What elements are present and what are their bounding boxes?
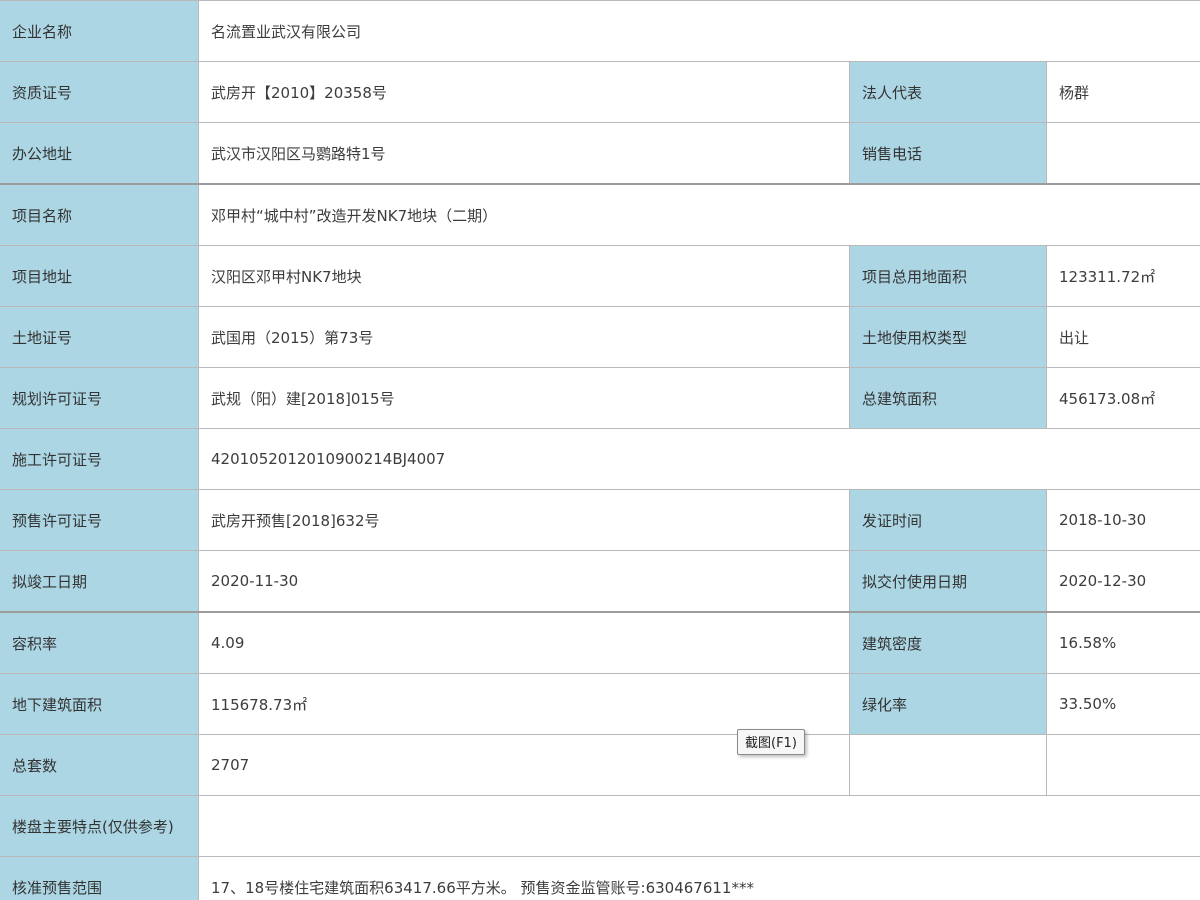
project-info-table: 企业名称 名流置业武汉有限公司 资质证号 武房开【2010】20358号 法人代… [0, 0, 1200, 900]
project-info-sheet: 企业名称 名流置业武汉有限公司 资质证号 武房开【2010】20358号 法人代… [0, 0, 1200, 900]
row-planning-permit: 规划许可证号 武规（阳）建[2018]015号 总建筑面积 456173.08㎡ [0, 367, 1200, 429]
row-completion-dates: 拟竣工日期 2020-11-30 拟交付使用日期 2020-12-30 [0, 550, 1200, 613]
value-qualification-no: 武房开【2010】20358号 [198, 61, 850, 123]
value-plot-ratio: 4.09 [198, 611, 850, 674]
row-underground-area: 地下建筑面积 115678.73㎡ 绿化率 33.50% [0, 673, 1200, 735]
label-issue-date: 发证时间 [849, 489, 1047, 551]
value-planned-delivery-date: 2020-12-30 [1045, 550, 1200, 613]
row-company-name: 企业名称 名流置业武汉有限公司 [0, 0, 1200, 62]
label-building-density: 建筑密度 [849, 611, 1047, 674]
value-project-name: 邓甲村“城中村”改造开发NK7地块（二期） [197, 183, 1200, 246]
row-office: 办公地址 武汉市汉阳区马鹦路特1号 销售电话 [0, 122, 1200, 185]
label-greening-rate: 绿化率 [849, 673, 1047, 735]
row-qualification: 资质证号 武房开【2010】20358号 法人代表 杨群 [0, 61, 1200, 123]
value-total-building-area: 456173.08㎡ [1045, 367, 1200, 429]
row-features: 楼盘主要特点(仅供参考) [0, 795, 1200, 857]
value-legal-representative: 杨群 [1045, 61, 1200, 123]
empty-cell [849, 734, 1047, 796]
value-planning-permit-no: 武规（阳）建[2018]015号 [198, 367, 850, 429]
label-underground-area: 地下建筑面积 [0, 673, 199, 735]
screenshot-tooltip: 截图(F1) [737, 729, 805, 755]
row-plot-ratio: 容积率 4.09 建筑密度 16.58% [0, 611, 1200, 674]
value-land-use-type: 出让 [1045, 306, 1200, 368]
row-project-address: 项目地址 汉阳区邓甲村NK7地块 项目总用地面积 123311.72㎡ [0, 245, 1200, 307]
row-presale-scope: 核准预售范围 17、18号楼住宅建筑面积63417.66平方米。 预售资金监管账… [0, 856, 1200, 900]
value-sales-phone [1045, 122, 1200, 185]
label-land-certificate-no: 土地证号 [0, 306, 199, 368]
value-building-density: 16.58% [1045, 611, 1200, 674]
value-company-name: 名流置业武汉有限公司 [197, 0, 1200, 62]
value-issue-date: 2018-10-30 [1045, 489, 1200, 551]
label-land-use-type: 土地使用权类型 [849, 306, 1047, 368]
row-project-name: 项目名称 邓甲村“城中村”改造开发NK7地块（二期） [0, 183, 1200, 246]
empty-cell [1045, 734, 1200, 796]
label-total-land-area: 项目总用地面积 [849, 245, 1047, 307]
label-construction-permit-no: 施工许可证号 [0, 428, 199, 490]
label-office-address: 办公地址 [0, 122, 199, 185]
label-main-features: 楼盘主要特点(仅供参考) [0, 795, 199, 857]
value-greening-rate: 33.50% [1045, 673, 1200, 735]
value-underground-area: 115678.73㎡ [198, 673, 850, 735]
row-construction-permit: 施工许可证号 4201052012010900214BJ4007 [0, 428, 1200, 490]
label-total-building-area: 总建筑面积 [849, 367, 1047, 429]
label-planned-delivery-date: 拟交付使用日期 [849, 550, 1047, 613]
label-approved-presale-scope: 核准预售范围 [0, 856, 199, 900]
label-legal-representative: 法人代表 [849, 61, 1047, 123]
row-presale-permit: 预售许可证号 武房开预售[2018]632号 发证时间 2018-10-30 [0, 489, 1200, 551]
row-total-units: 总套数 2707 [0, 734, 1200, 796]
value-approved-presale-scope: 17、18号楼住宅建筑面积63417.66平方米。 预售资金监管账号:63046… [197, 856, 1200, 900]
value-total-land-area: 123311.72㎡ [1045, 245, 1200, 307]
value-land-certificate-no: 武国用（2015）第73号 [198, 306, 850, 368]
label-company-name: 企业名称 [0, 0, 199, 62]
label-planned-completion-date: 拟竣工日期 [0, 550, 199, 613]
label-plot-ratio: 容积率 [0, 611, 199, 674]
label-total-units: 总套数 [0, 734, 199, 796]
value-project-address: 汉阳区邓甲村NK7地块 [198, 245, 850, 307]
label-sales-phone: 销售电话 [849, 122, 1047, 185]
label-qualification-no: 资质证号 [0, 61, 199, 123]
row-land-certificate: 土地证号 武国用（2015）第73号 土地使用权类型 出让 [0, 306, 1200, 368]
label-project-name: 项目名称 [0, 183, 199, 246]
label-planning-permit-no: 规划许可证号 [0, 367, 199, 429]
value-main-features [197, 795, 1200, 857]
value-construction-permit-no: 4201052012010900214BJ4007 [197, 428, 1200, 490]
label-project-address: 项目地址 [0, 245, 199, 307]
value-office-address: 武汉市汉阳区马鹦路特1号 [198, 122, 850, 185]
label-presale-permit-no: 预售许可证号 [0, 489, 199, 551]
value-planned-completion-date: 2020-11-30 [198, 550, 850, 613]
value-presale-permit-no: 武房开预售[2018]632号 [198, 489, 850, 551]
